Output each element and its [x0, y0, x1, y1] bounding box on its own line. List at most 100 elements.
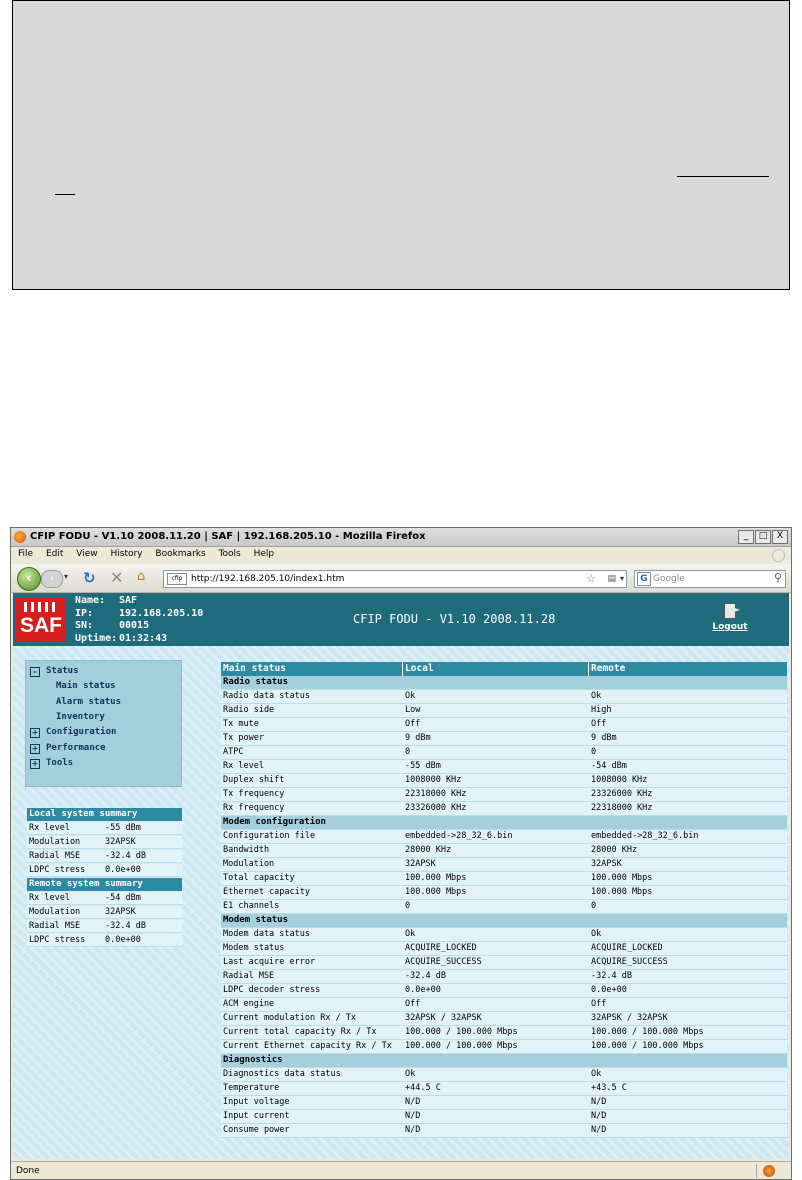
expand-icon: + [30, 728, 40, 738]
ip-value: 192.168.205.10 [119, 607, 204, 619]
menu-help[interactable]: Help [254, 549, 275, 559]
local-value: N/D [405, 1097, 421, 1107]
remote-value: 100.000 Mbps [591, 887, 653, 897]
search-icon[interactable]: ⚲ [774, 570, 782, 586]
menu-bookmarks[interactable]: Bookmarks [155, 549, 205, 559]
row-label: Radial MSE [223, 971, 275, 981]
table-row: Ethernet capacity 100.000 Mbps 100.000 Mbp… [221, 886, 787, 900]
menu-tools-tree[interactable]: + Tools [30, 758, 73, 769]
local-value: Low [405, 705, 421, 715]
row-label: Radio side [223, 705, 275, 715]
remote-value: Ok [591, 691, 602, 701]
remote-value: 22318000 KHz [591, 803, 653, 813]
local-value: embedded->28_32_6.bin [405, 831, 513, 841]
browser-window: CFIP FODU - V1.10 2008.11.20 | SAF | 192… [10, 527, 792, 1180]
table-row: Consume power N/D N/D [221, 1124, 787, 1138]
remote-value: 100.000 / 100.000 Mbps [591, 1027, 704, 1037]
menu-file[interactable]: File [18, 549, 33, 559]
section-title: Modem configuration [223, 817, 326, 827]
stop-icon[interactable]: ✕ [110, 568, 123, 587]
local-value: 0 [405, 901, 411, 911]
page-header: SAF Name: SAF IP: 192.168.205.10 SN: 00015 … [13, 593, 789, 646]
local-value: ACQUIRE_SUCCESS [405, 957, 482, 967]
local-value: N/D [405, 1125, 421, 1135]
menu-inventory[interactable]: Inventory [56, 712, 105, 722]
row-label: Tx mute [223, 719, 259, 729]
row-label: Total capacity [223, 873, 295, 883]
ip-label: IP: [75, 607, 94, 619]
row-label: Ethernet capacity [223, 887, 310, 897]
local-value: Ok [405, 929, 416, 939]
table-row: Input voltage N/D N/D [221, 1096, 787, 1110]
device-info: Name: SAF IP: 192.168.205.10 SN: 00015 Upti… [75, 595, 203, 645]
remote-value: -32.4 dB [591, 971, 632, 981]
document-box [12, 0, 790, 290]
table-section-header: Modem configuration [221, 816, 787, 830]
row-label: Input current [223, 1111, 290, 1121]
menu-performance[interactable]: + Performance [30, 743, 106, 754]
row-label: Last acquire error [223, 957, 316, 967]
row-label: Tx power [223, 733, 264, 743]
history-dropdown-icon[interactable]: ▾ [64, 572, 68, 581]
menu-configuration[interactable]: + Configuration [30, 727, 116, 738]
document-link-underline[interactable] [677, 176, 769, 177]
home-icon[interactable]: ⌂ [137, 569, 145, 584]
reload-icon[interactable]: ↻ [83, 569, 96, 587]
saf-logo: SAF [16, 598, 66, 642]
table-row: E1 channels 0 0 [221, 900, 787, 914]
search-placeholder: Google [653, 574, 685, 584]
minimize-button[interactable]: _ [738, 530, 754, 544]
main-status-table: Main status Local Remote Radio status Rad… [221, 662, 787, 1138]
url-dropdown-icon[interactable]: ▾ [620, 571, 624, 587]
back-button[interactable]: ‹ [17, 567, 41, 591]
menu-status[interactable]: – Status [30, 666, 79, 677]
remote-value: Ok [591, 929, 602, 939]
remote-value: 28000 KHz [591, 845, 638, 855]
summary-row: Modulation 32APSK [27, 906, 182, 919]
local-value: Ok [405, 1069, 416, 1079]
name-value: SAF [119, 595, 138, 606]
local-value: 23326000 KHz [405, 803, 467, 813]
addon-icon[interactable] [763, 1165, 775, 1177]
table-row: Tx power 9 dBm 9 dBm [221, 732, 787, 746]
feed-icon[interactable]: ▤ [607, 571, 616, 587]
firefox-icon [14, 531, 26, 543]
menu-alarm-status[interactable]: Alarm status [56, 697, 121, 707]
summary-row: LDPC stress 0.0e+00 [27, 864, 182, 877]
menu-tools[interactable]: Tools [219, 549, 241, 559]
table-row: Current total capacity Rx / Tx 100.000 / … [221, 1026, 787, 1040]
logout-button[interactable]: Logout [708, 603, 752, 632]
local-value: 0 [405, 747, 411, 757]
table-row: Duplex shift 1008000 KHz 1008000 KHz [221, 774, 787, 788]
menu-main-status[interactable]: Main status [56, 681, 116, 691]
menu-history[interactable]: History [110, 549, 142, 559]
row-label: Modem data status [223, 929, 310, 939]
collapse-icon: – [30, 667, 40, 677]
status-separator [756, 1164, 757, 1178]
forward-button[interactable]: › [41, 570, 63, 588]
remote-value: N/D [591, 1097, 607, 1107]
maximize-button[interactable]: □ [755, 530, 771, 544]
row-label: Current total capacity Rx / Tx [223, 1027, 377, 1037]
table-row: Total capacity 100.000 Mbps 100.000 Mbps [221, 872, 787, 886]
navigation-menu: – Status Main status Alarm status Invento… [25, 660, 182, 787]
menu-edit[interactable]: Edit [46, 549, 63, 559]
google-engine-icon[interactable]: G [637, 572, 651, 586]
local-value: -32.4 dB [405, 971, 446, 981]
remote-value: 32APSK [591, 859, 622, 869]
table-row: Current Ethernet capacity Rx / Tx 100.000… [221, 1040, 787, 1054]
bookmark-star-icon[interactable]: ☆ [586, 571, 596, 587]
remote-value: Off [591, 999, 607, 1009]
table-row: Radial MSE -32.4 dB -32.4 dB [221, 970, 787, 984]
table-row: Radio data status Ok Ok [221, 690, 787, 704]
logout-label: Logout [712, 622, 748, 632]
document-link-underline-continued[interactable] [55, 194, 75, 195]
window-title: CFIP FODU - V1.10 2008.11.20 | SAF | 192… [30, 531, 426, 542]
search-input[interactable]: G Google ⚲ [634, 570, 786, 588]
page-viewport: SAF Name: SAF IP: 192.168.205.10 SN: 00015 … [13, 593, 789, 1159]
url-bar[interactable]: cfip http://192.168.205.10/index1.htm ☆ ▤… [163, 570, 627, 588]
menu-view[interactable]: View [76, 549, 97, 559]
close-button[interactable]: X [772, 530, 788, 544]
row-label: Rx level [223, 761, 264, 771]
local-value: 100.000 Mbps [405, 873, 467, 883]
